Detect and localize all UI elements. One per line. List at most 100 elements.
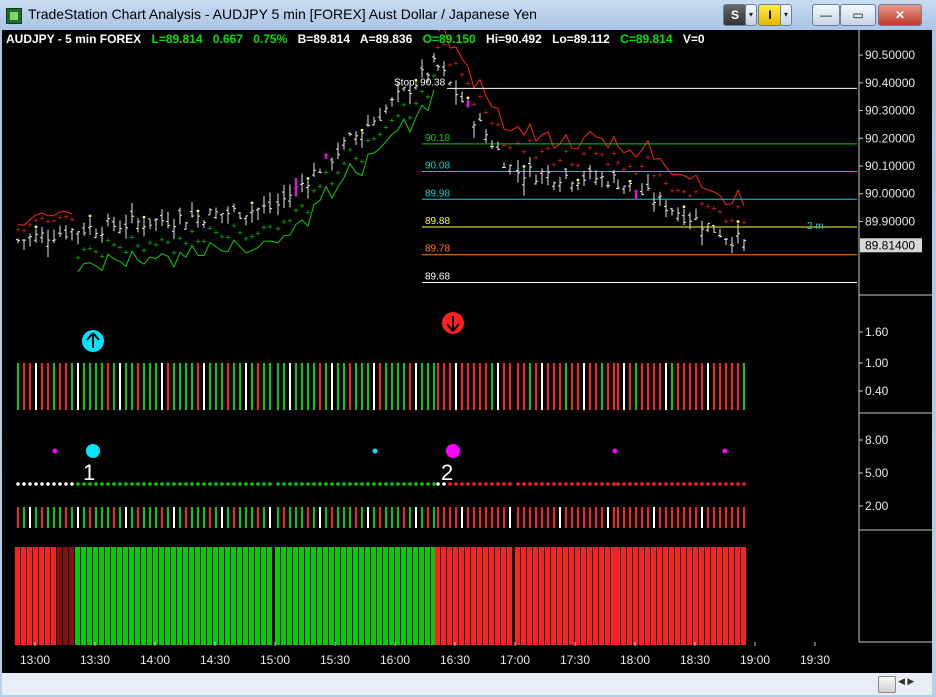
plus-marker: +: [141, 245, 146, 255]
scrollbar-thumb[interactable]: [878, 676, 896, 693]
plus-marker: +: [293, 205, 298, 215]
trend-color-bar: [293, 547, 298, 645]
plus-marker: +: [27, 220, 32, 230]
plus-marker: +: [87, 244, 92, 254]
trend-color-bar: [575, 547, 580, 645]
trend-dot: [552, 482, 556, 486]
net-change-pct: 0.75%: [253, 32, 288, 46]
trend-dot: [384, 482, 388, 486]
trend-color-bar: [735, 547, 740, 645]
plus-marker: +: [159, 235, 164, 245]
trend-color-bar: [177, 547, 182, 645]
trend-color-bar: [117, 547, 122, 645]
trend-color-bar: [729, 547, 734, 645]
target-label: 2 m: [807, 221, 824, 232]
trend-color-bar: [207, 547, 212, 645]
trend-dot: [190, 482, 194, 486]
signal-1-dot: [86, 444, 100, 458]
plus-marker: +: [329, 179, 334, 189]
trend-color-bar: [599, 547, 604, 645]
time-tick-label: 17:30: [560, 653, 590, 667]
time-tick-label: 17:00: [500, 653, 530, 667]
ask-price: A=89.836: [359, 32, 413, 46]
trend-dot: [70, 482, 74, 486]
trend-dot: [582, 482, 586, 486]
trend-color-bar: [377, 547, 382, 645]
open-price: O=89.150: [422, 32, 476, 46]
trend-color-bar: [213, 547, 218, 645]
symbol-link-button[interactable]: S: [723, 4, 747, 26]
trend-dot: [262, 482, 266, 486]
trend-dot: [184, 482, 188, 486]
horizontal-scrollbar[interactable]: ◀ ▶: [2, 673, 932, 695]
close-button[interactable]: ✕: [878, 4, 922, 26]
trend-dot: [426, 482, 430, 486]
yellow-dot-marker: [142, 215, 146, 219]
plus-marker: +: [99, 252, 104, 262]
trend-dot: [348, 482, 352, 486]
price-tick-label: 90.50000: [865, 48, 915, 62]
trend-dot: [288, 482, 292, 486]
trend-dot: [136, 482, 140, 486]
trend-color-bar: [165, 547, 170, 645]
trend-dot: [196, 482, 200, 486]
title-bar[interactable]: TradeStation Chart Analysis - AUDJPY 5 m…: [0, 0, 936, 30]
trend-dot: [130, 482, 134, 486]
plus-marker: +: [311, 186, 316, 196]
plus-marker: +: [341, 159, 346, 169]
minimize-button[interactable]: —: [812, 4, 840, 26]
plus-marker: +: [21, 226, 26, 236]
trend-dot: [282, 482, 286, 486]
indicator-link-button[interactable]: I: [758, 4, 782, 26]
trend-color-bar: [359, 547, 364, 645]
yellow-dot-marker: [34, 225, 38, 229]
plus-marker: +: [663, 179, 668, 189]
plus-marker: +: [57, 212, 62, 222]
time-tick-label: 16:00: [380, 653, 410, 667]
yellow-dot-marker: [628, 179, 632, 183]
time-tick-label: 19:30: [800, 653, 830, 667]
trend-color-bar: [533, 547, 538, 645]
indicator-link-dropdown-icon[interactable]: ▾: [780, 4, 792, 26]
trend-dot: [160, 482, 164, 486]
chart-canvas[interactable]: Stop: 90.3890.1890.0889.9889.8889.7889.6…: [2, 30, 932, 673]
trend-dot: [342, 482, 346, 486]
chart-area[interactable]: Stop: 90.38 90.18 90.08 89.98 89.88 89.78 89.6…: [2, 30, 932, 673]
plus-marker: +: [705, 202, 710, 212]
plus-marker: +: [717, 207, 722, 217]
trend-dot: [616, 482, 620, 486]
trend-color-bar: [33, 547, 38, 645]
trend-dot: [294, 482, 298, 486]
trend-color-bar: [57, 547, 62, 645]
plus-marker: +: [365, 136, 370, 146]
trend-color-bar: [593, 547, 598, 645]
symbol-link-dropdown-icon[interactable]: ▾: [745, 4, 757, 26]
trend-color-bar: [195, 547, 200, 645]
plus-marker: +: [471, 99, 476, 109]
plus-marker: +: [383, 123, 388, 133]
trend-dot: [622, 482, 626, 486]
trend-color-bar: [261, 547, 266, 645]
trend-color-bar: [147, 547, 152, 645]
maximize-button[interactable]: ▭: [840, 4, 876, 26]
trend-color-bar: [441, 547, 446, 645]
trend-color-bar: [687, 547, 692, 645]
plus-marker: +: [633, 169, 638, 179]
trend-color-bar: [483, 547, 488, 645]
trend-dot: [256, 482, 260, 486]
plus-marker: +: [243, 234, 248, 244]
time-tick-label: 14:00: [140, 653, 170, 667]
trend-color-bar: [657, 547, 662, 645]
trend-dot: [112, 482, 116, 486]
status-line: AUDJPY - 5 min FOREX L=89.814 0.667 0.75…: [6, 32, 712, 46]
scrollbar-arrows-icon[interactable]: ◀ ▶: [898, 676, 928, 691]
trend-color-bar: [249, 547, 254, 645]
plus-marker: +: [681, 187, 686, 197]
yellow-dot-marker: [576, 178, 580, 182]
tradestation-app-icon[interactable]: [6, 8, 22, 24]
trend-color-bar: [557, 547, 562, 645]
trend-dot: [570, 482, 574, 486]
trend-color-bar: [711, 547, 716, 645]
trend-color-bar: [459, 547, 464, 645]
plus-marker: +: [249, 232, 254, 242]
